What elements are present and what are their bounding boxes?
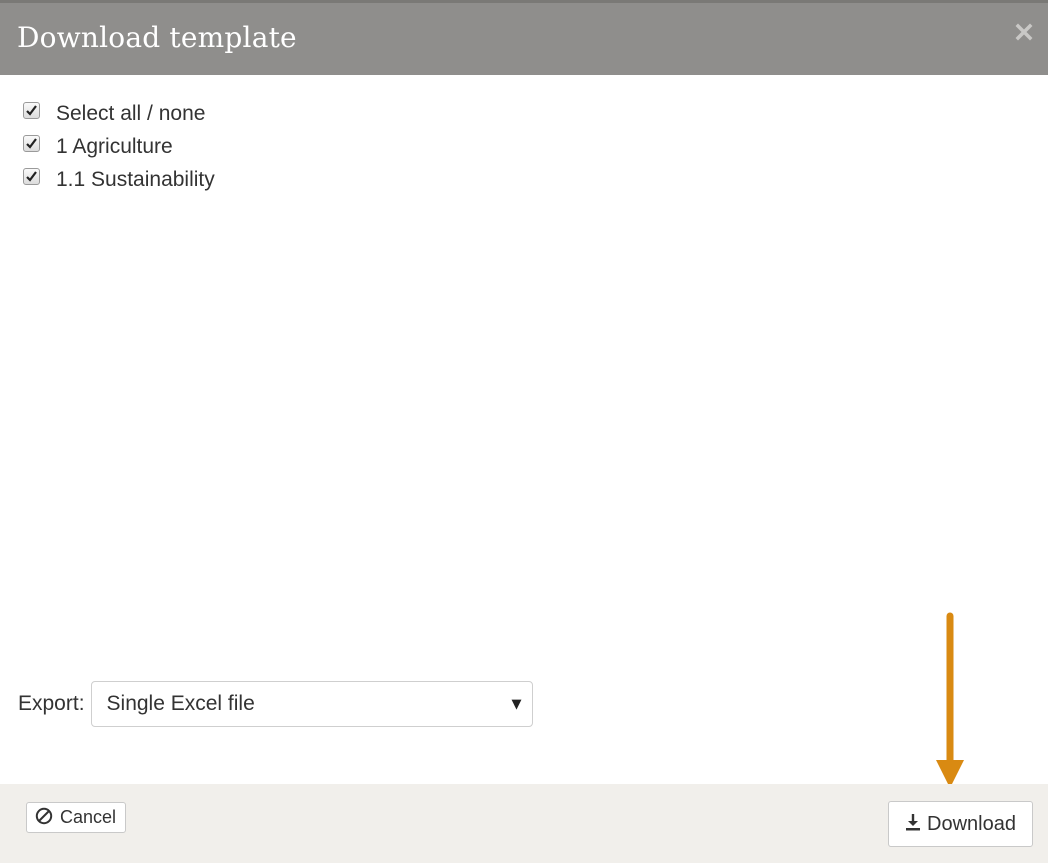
cancel-button-label: Cancel	[60, 807, 117, 827]
cancel-button[interactable]: Cancel	[26, 802, 127, 833]
download-button-label: Download	[927, 812, 1016, 835]
dialog-footer: Cancel Download	[0, 784, 1048, 863]
sustainability-checkbox[interactable]	[23, 168, 40, 185]
select-all-label: Select all / none	[56, 101, 206, 125]
select-all-checkbox[interactable]	[23, 102, 40, 119]
section-row-sustainability: 1.1 Sustainability	[23, 163, 215, 196]
arrow-indicator	[936, 612, 964, 788]
section-row-agriculture: 1 Agriculture	[23, 130, 215, 163]
download-button[interactable]: Download	[888, 801, 1033, 847]
export-select[interactable]: Single Excel file ▼	[90, 681, 533, 727]
agriculture-checkbox[interactable]	[23, 135, 40, 152]
dialog-header: Download template	[0, 0, 1048, 75]
sustainability-label: 1.1 Sustainability	[56, 167, 215, 191]
close-icon[interactable]	[1015, 23, 1033, 41]
download-icon	[905, 813, 921, 835]
agriculture-label: 1 Agriculture	[56, 134, 173, 158]
dialog-title: Download template	[17, 21, 297, 54]
download-template-dialog: Download template Select all / none 1 Ag…	[0, 0, 1048, 863]
caret-down-icon: ▼	[511, 697, 522, 712]
export-label: Export:	[18, 692, 85, 715]
ban-icon	[35, 807, 53, 829]
select-all-row: Select all / none	[23, 97, 215, 130]
export-row: Export: Single Excel file ▼	[18, 681, 533, 727]
export-select-value: Single Excel file	[106, 692, 255, 715]
section-checklist: Select all / none 1 Agriculture 1.1 Sust…	[23, 97, 215, 196]
